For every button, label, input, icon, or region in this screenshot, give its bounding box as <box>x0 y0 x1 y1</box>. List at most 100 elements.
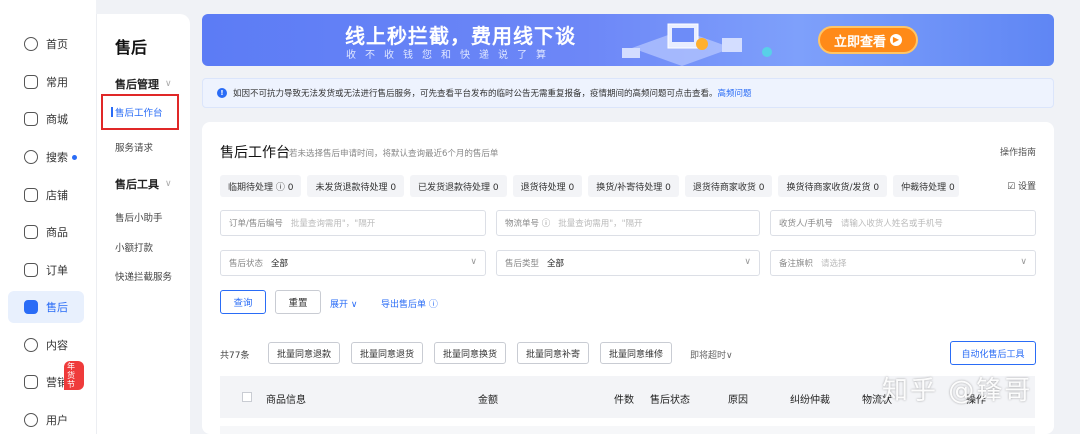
rail-item-common[interactable]: 常用 <box>8 66 84 98</box>
info-icon: ! <box>217 88 227 98</box>
col-quantity: 件数 <box>614 395 634 406</box>
chevron-down-icon: ∨ <box>350 300 358 310</box>
store-icon <box>24 188 38 202</box>
table-row <box>220 426 1035 434</box>
sub-item-helper[interactable]: 售后小助手 <box>115 210 163 224</box>
rail-item-mall[interactable]: 商城 <box>8 103 84 135</box>
search-icon <box>24 150 38 164</box>
settings-button[interactable]: ☑ 设置 <box>1007 179 1036 192</box>
batch-agree-resend-button[interactable]: 批量同意补寄 <box>517 342 590 364</box>
receiver-input[interactable]: 收货人/手机号 请输入收货人姓名或手机号 <box>770 210 1036 236</box>
rail-item-product[interactable]: 商品 <box>8 216 84 248</box>
rail-label: 用户 <box>46 414 68 427</box>
rail-item-order[interactable]: 订单 <box>8 254 84 286</box>
rail-label: 售后 <box>46 301 68 314</box>
col-reason: 原因 <box>728 395 748 406</box>
select-all-checkbox[interactable] <box>242 392 252 402</box>
page-title: 售后工作台 <box>220 145 290 161</box>
group-aftersale-manage[interactable]: 售后管理 ∨ <box>115 76 172 92</box>
product-icon <box>24 225 38 239</box>
sub-item-service-request[interactable]: 服务请求 <box>115 140 153 154</box>
field-label: 备注旗帜 <box>779 259 814 269</box>
aftersale-type-select[interactable]: 售后类型 全部 ∨ <box>496 250 760 276</box>
field-placeholder: 批量查询需用"，"隔开 <box>558 219 643 229</box>
chevron-down-icon: ∨ <box>726 351 733 361</box>
rail-label: 商城 <box>46 113 68 126</box>
chevron-down-icon: ∨ <box>744 257 751 267</box>
rail-label: 订单 <box>46 264 68 277</box>
query-button[interactable]: 查询 <box>220 290 266 314</box>
left-rail: 首页 常用 商城 搜索 店铺 商品 订单 售后 内容 营销 年货节 用户 <box>0 0 96 434</box>
sub-navigation: 售后 售后管理 ∨ 售后工作台 服务请求 售后工具 ∨ 售后小助手 小额打款 快递拦… <box>96 14 190 434</box>
rail-label: 内容 <box>46 339 68 352</box>
aftersale-status-select[interactable]: 售后状态 全部 ∨ <box>220 250 486 276</box>
guide-link[interactable]: 操作指南 <box>1000 145 1036 158</box>
notice-text: 如因不可抗力导致无法发货或无法进行售后服务，可先查看平台发布的临时公告无需重复报… <box>233 89 718 99</box>
watermark: 知乎 @锋哥 <box>882 376 1033 406</box>
folder-icon <box>24 75 38 89</box>
faq-link[interactable]: 高频问题 <box>718 87 752 99</box>
rail-item-marketing[interactable]: 营销 年货节 <box>8 361 84 398</box>
order-number-input[interactable]: 订单/售后编号 批量查询需用"，"隔开 <box>220 210 486 236</box>
banner-subline: 收不收钱您和快递说了算 <box>346 50 555 61</box>
cta-label: 立即查看 <box>833 34 886 50</box>
status-tab[interactable]: 仲裁待处理 0 <box>893 175 960 197</box>
export-link[interactable]: 导出售后单 ⓘ <box>381 297 438 310</box>
field-label: 订单/售后编号 <box>229 219 283 229</box>
logistics-number-input[interactable]: 物流单号 ⓘ 批量查询需用"，"隔开 <box>496 210 760 236</box>
sub-item-workbench[interactable]: 售后工作台 <box>101 94 179 130</box>
promo-banner[interactable]: 线上秒拦截，费用线下谈 收不收钱您和快递说了算 立即查看 ▶ <box>202 14 1054 66</box>
content-icon <box>24 338 38 352</box>
status-tab[interactable]: 已发货退款待处理 0 <box>410 175 507 197</box>
reset-button[interactable]: 重置 <box>275 290 321 314</box>
rail-label: 店铺 <box>46 189 68 202</box>
order-icon <box>24 263 38 277</box>
status-tab[interactable]: 临期待处理 ⓘ 0 <box>220 175 302 197</box>
remark-flag-select[interactable]: 备注旗帜 请选择 ∨ <box>770 250 1036 276</box>
batch-agree-exchange-button[interactable]: 批量同意换货 <box>434 342 507 364</box>
sub-item-small-payment[interactable]: 小额打款 <box>115 240 153 254</box>
rail-item-content[interactable]: 内容 <box>8 329 84 361</box>
chevron-down-icon: ∨ <box>165 179 172 189</box>
view-now-button[interactable]: 立即查看 ▶ <box>818 26 918 54</box>
group-aftersale-tools[interactable]: 售后工具 ∨ <box>115 176 172 192</box>
soon-timeout-filter[interactable]: 即将超时∨ <box>690 348 733 361</box>
field-label: 物流单号 ⓘ <box>505 219 551 229</box>
status-tab[interactable]: 未发货退款待处理 0 <box>307 175 405 197</box>
auto-aftersale-tools-button[interactable]: 自动化售后工具 <box>950 341 1036 365</box>
status-tab[interactable]: 换货/补寄待处理 0 <box>588 175 679 197</box>
chevron-down-icon: ∨ <box>165 79 172 89</box>
isometric-illustration <box>622 23 772 66</box>
rail-item-user[interactable]: 用户 <box>8 404 84 434</box>
field-label: 售后类型 <box>505 259 540 269</box>
field-placeholder: 请输入收货人姓名或手机号 <box>840 219 943 229</box>
expand-label: 展开 <box>330 300 349 310</box>
rail-item-store[interactable]: 店铺 <box>8 179 84 211</box>
field-label: 收货人/手机号 <box>779 219 833 229</box>
status-tab[interactable]: 退货待处理 0 <box>512 175 583 197</box>
page-subtitle: 若未选择售后申请时间，将默认查询最近6个月的售后单 <box>289 149 499 159</box>
rail-label: 常用 <box>46 76 68 89</box>
rail-item-search[interactable]: 搜索 <box>8 141 84 173</box>
rail-label: 搜索 <box>46 151 68 164</box>
total-count: 共77条 <box>220 351 250 361</box>
field-placeholder: 请选择 <box>821 259 847 269</box>
status-tab[interactable]: 退货待商家收货 0 <box>684 175 773 197</box>
col-dispute: 纠纷仲裁 <box>790 395 830 406</box>
field-value: 全部 <box>271 259 289 269</box>
banner-headline: 线上秒拦截，费用线下谈 <box>345 24 576 48</box>
new-dot <box>72 154 77 160</box>
expand-toggle[interactable]: 展开 ∨ <box>330 297 357 310</box>
col-amount: 金额 <box>478 395 498 406</box>
status-tab[interactable]: 换货待商家收货/发货 0 <box>778 175 888 197</box>
sub-item-intercept[interactable]: 快递拦截服务 <box>115 269 172 283</box>
batch-agree-refund-button[interactable]: 批量同意退款 <box>268 342 341 364</box>
sub-item-label: 售后工作台 <box>115 108 163 119</box>
home-icon <box>24 37 38 51</box>
batch-agree-return-button[interactable]: 批量同意退货 <box>351 342 424 364</box>
rail-item-home[interactable]: 首页 <box>8 28 84 60</box>
col-aftersale-status: 售后状态 <box>650 395 690 406</box>
rail-item-aftersale[interactable]: 售后 <box>8 291 84 323</box>
aftersale-icon <box>24 300 38 314</box>
batch-agree-repair-button[interactable]: 批量同意维修 <box>600 342 673 364</box>
